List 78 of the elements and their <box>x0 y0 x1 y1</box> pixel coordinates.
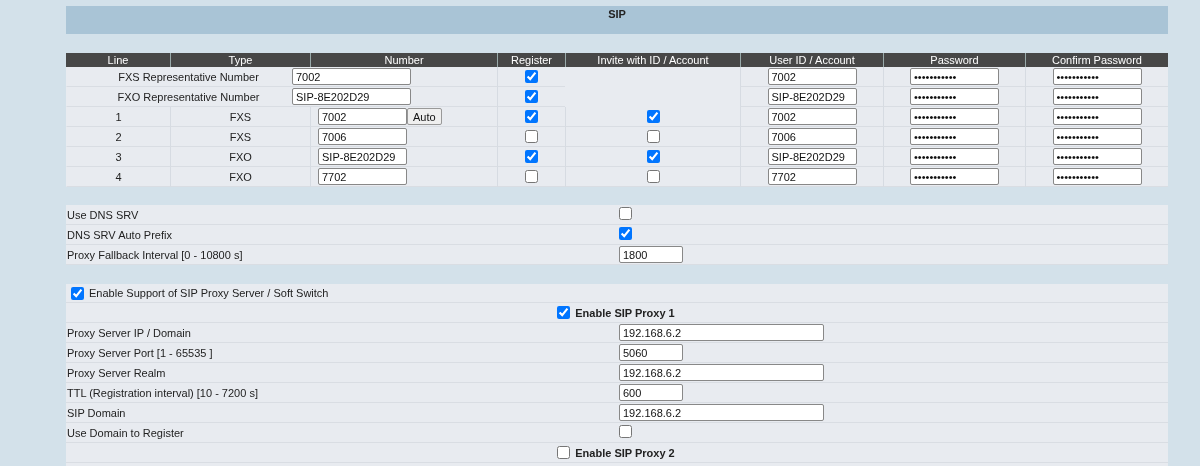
proxy-heading: Enable SIP Proxy 2 <box>575 446 675 459</box>
column-header: Confirm Password <box>1025 53 1168 67</box>
register-checkbox[interactable] <box>525 90 538 103</box>
setting-label: Use Domain to Register <box>66 426 185 439</box>
confirm-password-field[interactable]: ••••••••••• <box>1052 128 1142 145</box>
register-checkbox[interactable] <box>525 150 538 163</box>
password-field[interactable]: ••••••••••• <box>910 68 999 85</box>
setting-label: SIP Domain <box>66 406 127 419</box>
password-field[interactable]: ••••••••••• <box>910 148 999 165</box>
user-id-field[interactable]: SIP-8E202D29 <box>767 148 857 165</box>
setting-label: Proxy Server IP / Domain <box>66 326 192 339</box>
line-number: 1 <box>115 110 122 123</box>
setting-checkbox[interactable] <box>619 425 632 438</box>
invite-checkbox[interactable] <box>646 110 660 123</box>
number-field[interactable]: SIP-8E202D29 <box>318 148 407 165</box>
setting-field[interactable]: 192.168.6.2 <box>619 364 824 381</box>
line-type: FXO <box>229 150 252 163</box>
column-header: User ID / Account <box>740 53 883 67</box>
line-number: 3 <box>115 150 122 163</box>
page-title: SIP <box>608 8 626 20</box>
setting-field[interactable]: 192.168.6.2 <box>619 404 824 421</box>
line-label: FXS Representative Number <box>118 70 259 83</box>
setting-label: TTL (Registration interval) [10 - 7200 s] <box>66 386 259 399</box>
password-field[interactable]: ••••••••••• <box>910 128 999 145</box>
setting-checkbox[interactable] <box>619 227 632 240</box>
invite-checkbox[interactable] <box>646 150 660 163</box>
number-field[interactable]: 7702 <box>318 168 407 185</box>
invite-checkbox[interactable] <box>646 130 660 143</box>
confirm-password-field[interactable]: ••••••••••• <box>1052 168 1142 185</box>
user-id-field[interactable]: 7002 <box>767 68 857 85</box>
register-checkbox[interactable] <box>525 130 538 143</box>
column-header: Invite with ID / Account <box>565 53 740 67</box>
column-header: Register <box>497 53 565 67</box>
enable-checkbox[interactable] <box>71 286 84 300</box>
line-type: FXS <box>229 130 252 143</box>
register-checkbox[interactable] <box>525 110 538 123</box>
password-field[interactable]: ••••••••••• <box>910 88 999 105</box>
line-label: FXO Representative Number <box>117 90 260 103</box>
confirm-password-field[interactable]: ••••••••••• <box>1052 68 1142 85</box>
password-field[interactable]: ••••••••••• <box>910 108 999 125</box>
setting-checkbox[interactable] <box>619 207 632 220</box>
user-id-field[interactable]: 7006 <box>767 128 857 145</box>
setting-field[interactable]: 5060 <box>619 344 683 361</box>
user-id-field[interactable]: 7002 <box>767 108 857 125</box>
confirm-password-field[interactable]: ••••••••••• <box>1052 108 1142 125</box>
number-field[interactable]: 7006 <box>318 128 407 145</box>
setting-field[interactable]: 1800 <box>619 246 683 263</box>
column-header: Number <box>310 53 497 67</box>
user-id-field[interactable]: SIP-8E202D29 <box>767 88 857 105</box>
register-checkbox[interactable] <box>525 170 538 183</box>
confirm-password-field[interactable]: ••••••••••• <box>1052 88 1142 105</box>
setting-label: Use DNS SRV <box>66 208 140 221</box>
auto-button[interactable]: Auto <box>407 108 442 125</box>
proxy-heading: Enable SIP Proxy 1 <box>575 306 675 319</box>
invite-checkbox[interactable] <box>646 170 660 183</box>
password-field[interactable]: ••••••••••• <box>910 168 999 185</box>
number-field[interactable]: SIP-8E202D29 <box>292 88 411 105</box>
proxy-checkbox[interactable] <box>557 306 571 319</box>
setting-field[interactable]: 192.168.6.2 <box>619 324 824 341</box>
column-header: Type <box>170 53 310 67</box>
register-checkbox[interactable] <box>525 70 538 83</box>
setting-field[interactable]: 600 <box>619 384 683 401</box>
enable-label: Enable Support of SIP Proxy Server / Soft Switch <box>88 287 329 299</box>
column-header: Password <box>883 53 1025 67</box>
setting-label: DNS SRV Auto Prefix <box>66 228 173 241</box>
column-header: Line <box>66 53 170 67</box>
proxy-checkbox[interactable] <box>557 446 571 459</box>
line-type: FXS <box>229 110 252 123</box>
line-type: FXO <box>229 170 252 183</box>
number-field[interactable]: 7002 <box>318 108 407 125</box>
line-number: 4 <box>115 170 122 183</box>
setting-label: Proxy Server Port [1 - 65535 ] <box>66 346 214 359</box>
number-field[interactable]: 7002 <box>292 68 411 85</box>
line-number: 2 <box>115 130 122 143</box>
confirm-password-field[interactable]: ••••••••••• <box>1052 148 1142 165</box>
setting-label: Proxy Fallback Interval [0 - 10800 s] <box>66 248 244 261</box>
setting-label: Proxy Server Realm <box>66 366 167 379</box>
user-id-field[interactable]: 7702 <box>767 168 857 185</box>
